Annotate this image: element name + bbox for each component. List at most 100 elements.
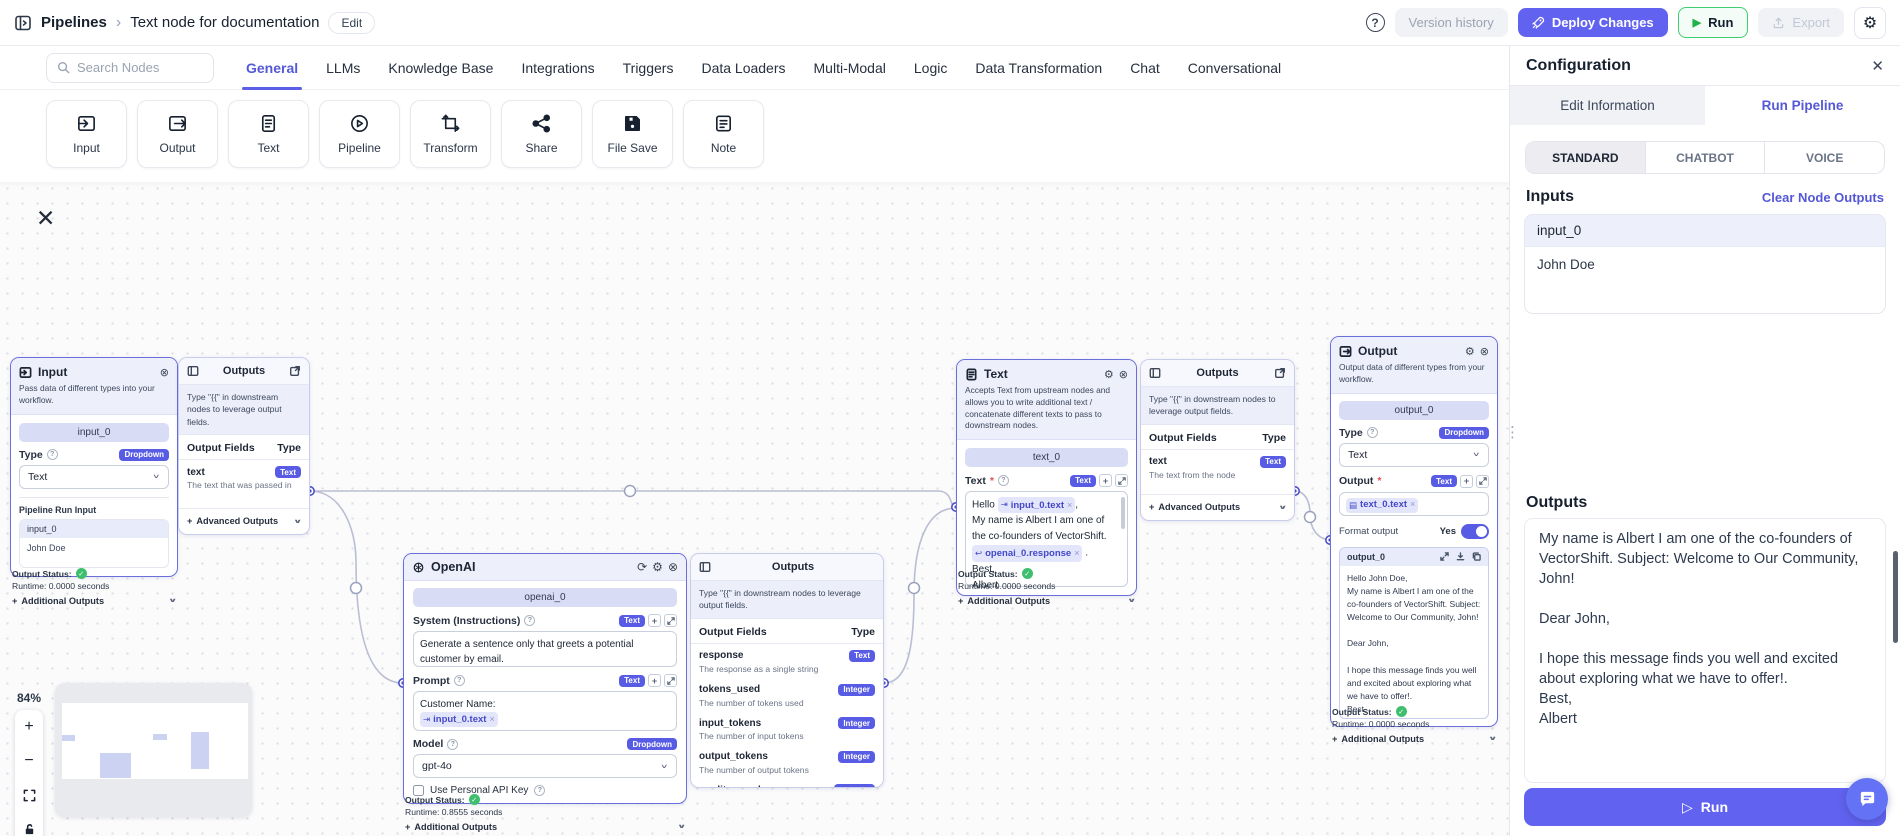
export-button[interactable]: Export (1758, 8, 1844, 37)
zoom-out-button[interactable]: − (15, 744, 43, 778)
search-input[interactable] (77, 60, 197, 75)
openai-node[interactable]: OpenAI ⟳ ⚙ ⊗ openai_0 System (Instructions… (403, 553, 687, 804)
sync-icon[interactable]: ⟳ (637, 560, 647, 574)
tab-edit-information[interactable]: Edit Information (1510, 86, 1705, 125)
input-outputs-panel[interactable]: Outputs Type "{{" in downstream nodes to… (178, 357, 310, 535)
input-node[interactable]: Input ⊗ Pass data of different types int… (10, 357, 178, 577)
remove-node-icon[interactable]: ⊗ (1480, 345, 1489, 358)
tab-triggers[interactable]: Triggers (623, 46, 674, 90)
text-node[interactable]: Text ⚙ ⊗ Accepts Text from upstream nodes… (956, 359, 1137, 597)
output-node-name[interactable]: output_0 (1339, 400, 1489, 420)
tab-chat[interactable]: Chat (1130, 46, 1160, 90)
output-value-field[interactable]: ▤ text_0.text × (1339, 491, 1489, 516)
mode-voice[interactable]: VOICE (1764, 142, 1884, 173)
node-search[interactable] (46, 52, 214, 83)
result-text[interactable]: Hello John Doe, My name is Albert I am o… (1340, 566, 1488, 718)
format-output-toggle[interactable] (1461, 523, 1489, 539)
chat-widget-button[interactable] (1846, 778, 1888, 820)
settings-button[interactable]: ⚙ (1854, 6, 1886, 39)
question-icon[interactable]: ? (997, 475, 1009, 487)
text-outputs-panel[interactable]: Outputs Type "{{" in downstream nodes to… (1140, 359, 1295, 521)
gear-icon[interactable]: ⚙ (1104, 368, 1114, 381)
chip-remove-icon[interactable]: × (1074, 546, 1079, 560)
palette-transform[interactable]: Transform (410, 100, 491, 168)
help-icon[interactable]: ? (1365, 13, 1385, 32)
openai-node-name[interactable]: openai_0 (413, 588, 677, 607)
tab-data-transformation[interactable]: Data Transformation (975, 46, 1102, 90)
tab-data-loaders[interactable]: Data Loaders (701, 46, 785, 90)
question-icon[interactable]: ? (524, 615, 536, 626)
field-scrollbar[interactable] (1121, 497, 1125, 530)
breadcrumb-root[interactable]: Pipelines (41, 14, 107, 31)
tab-general[interactable]: General (241, 46, 303, 90)
mode-standard[interactable]: STANDARD (1526, 142, 1645, 173)
fit-view-button[interactable] (15, 778, 43, 812)
edit-button[interactable]: Edit (328, 11, 376, 34)
additional-outputs-label[interactable]: Additional Outputs (21, 596, 104, 606)
palette-pipeline[interactable]: Pipeline (319, 100, 400, 168)
expand-field-button[interactable] (1115, 474, 1128, 488)
download-icon[interactable] (1456, 552, 1465, 561)
sidebar-toggle-icon[interactable] (14, 14, 32, 32)
palette-file-save[interactable]: File Save (592, 100, 673, 168)
clear-node-outputs-link[interactable]: Clear Node Outputs (1762, 190, 1884, 205)
expand-field-button[interactable] (664, 614, 677, 627)
system-instructions-field[interactable]: Generate a sentence only that greets a p… (413, 631, 677, 667)
copy-icon[interactable] (1472, 552, 1481, 561)
chip-remove-icon[interactable]: × (1410, 498, 1415, 512)
question-icon[interactable]: ? (1366, 427, 1378, 439)
run-input-key[interactable]: input_0 (20, 519, 168, 538)
input-type-select[interactable]: Text ∨ (19, 464, 169, 489)
remove-node-icon[interactable]: ⊗ (668, 560, 678, 574)
expand-field-button[interactable] (1476, 474, 1489, 488)
question-icon[interactable]: ? (453, 675, 465, 686)
add-variable-button[interactable]: + (648, 674, 661, 687)
run-button-top[interactable]: ▶ Run (1677, 7, 1749, 38)
pipeline-output-text[interactable]: My name is Albert I am one of the co-fou… (1524, 518, 1886, 783)
output-type-select[interactable]: Text ∨ (1339, 442, 1489, 467)
external-link-icon[interactable] (289, 365, 301, 377)
minimap[interactable] (55, 683, 252, 817)
tab-run-pipeline[interactable]: Run Pipeline (1705, 86, 1900, 125)
tab-knowledge-base[interactable]: Knowledge Base (388, 46, 493, 90)
run-pipeline-button[interactable]: ▷ Run (1524, 788, 1886, 826)
panel-scrollbar[interactable] (1893, 551, 1898, 643)
chip-remove-icon[interactable]: × (1067, 498, 1072, 512)
lock-button[interactable] (15, 812, 43, 836)
advanced-outputs-label[interactable]: Advanced Outputs (196, 516, 278, 526)
prompt-field[interactable]: Customer Name: ⇥ input_0.text × (413, 691, 677, 731)
output-node[interactable]: Output ⚙ ⊗ Output data of different types… (1330, 336, 1498, 727)
palette-text[interactable]: Text (228, 100, 309, 168)
add-variable-button[interactable]: + (1460, 474, 1473, 488)
palette-input[interactable]: Input (46, 100, 127, 168)
panel-close-icon[interactable]: ✕ (1871, 57, 1884, 75)
question-icon[interactable]: ? (46, 449, 58, 461)
palette-output[interactable]: Output (137, 100, 218, 168)
additional-outputs-label[interactable]: Additional Outputs (1341, 734, 1424, 744)
text-node-name[interactable]: text_0 (965, 448, 1128, 468)
tab-integrations[interactable]: Integrations (521, 46, 594, 90)
model-select[interactable]: gpt-4o ∨ (413, 754, 677, 778)
gear-icon[interactable]: ⚙ (1465, 345, 1475, 358)
pipeline-input-value[interactable]: John Doe (1525, 247, 1885, 282)
tab-llms[interactable]: LLMs (326, 46, 360, 90)
mode-chatbot[interactable]: CHATBOT (1644, 142, 1765, 173)
external-link-icon[interactable] (1274, 367, 1286, 379)
additional-outputs-label[interactable]: Additional Outputs (967, 596, 1050, 606)
chip-remove-icon[interactable]: × (489, 713, 494, 727)
advanced-outputs-label[interactable]: Advanced Outputs (1158, 502, 1240, 512)
tab-conversational[interactable]: Conversational (1188, 46, 1281, 90)
palette-share[interactable]: Share (501, 100, 582, 168)
canvas-close-icon[interactable]: ✕ (36, 206, 60, 230)
add-variable-button[interactable]: + (648, 614, 661, 627)
deploy-changes-button[interactable]: Deploy Changes (1517, 8, 1668, 37)
gear-icon[interactable]: ⚙ (652, 560, 663, 574)
add-variable-button[interactable]: + (1099, 474, 1112, 488)
openai-outputs-panel[interactable]: Outputs Type "{{" in downstream nodes to… (690, 553, 884, 788)
remove-node-icon[interactable]: ⊗ (1119, 368, 1128, 381)
question-icon[interactable]: ? (447, 738, 459, 750)
expand-icon[interactable] (1440, 552, 1449, 561)
tab-logic[interactable]: Logic (914, 46, 947, 90)
additional-outputs-label[interactable]: Additional Outputs (414, 822, 497, 832)
tab-multi-modal[interactable]: Multi-Modal (814, 46, 886, 90)
